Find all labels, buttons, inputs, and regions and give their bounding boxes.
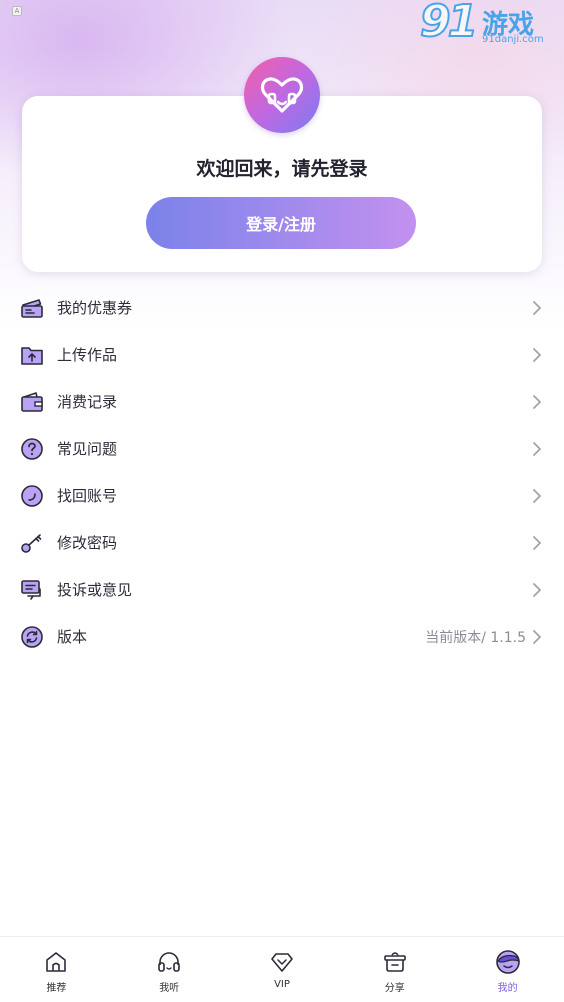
tab-label: 我听	[159, 983, 180, 994]
chevron-right-icon	[533, 629, 541, 644]
chevron-right-icon	[533, 441, 541, 456]
menu-item-label: 修改密码	[57, 534, 118, 552]
home-icon	[43, 949, 69, 975]
chevron-right-icon	[533, 394, 541, 409]
chevron-right-icon	[533, 300, 541, 315]
menu-item-feedback[interactable]: 投诉或意见	[0, 566, 564, 613]
menu-item-label: 版本	[57, 628, 88, 646]
app-logo	[244, 57, 320, 133]
menu-item-label: 消费记录	[57, 393, 118, 411]
headphones-icon	[156, 949, 182, 975]
share-pot-icon	[382, 949, 408, 975]
bottom-tab-bar: 推荐 我听 VIP 分享 我的	[0, 936, 564, 1002]
menu-item-coupons[interactable]: 我的优惠券	[0, 284, 564, 331]
heart-headphones-icon	[260, 77, 304, 113]
tab-label: 我的	[497, 983, 518, 994]
refresh-icon	[20, 625, 44, 649]
tab-mine[interactable]: 我的	[451, 937, 564, 1002]
login-register-button[interactable]: 登录/注册	[146, 197, 416, 249]
key-icon	[20, 531, 44, 555]
tab-label: 推荐	[46, 983, 67, 994]
tab-share[interactable]: 分享	[338, 937, 451, 1002]
tab-vip[interactable]: VIP	[226, 937, 339, 1002]
menu-item-faq[interactable]: 常见问题	[0, 425, 564, 472]
chevron-right-icon	[533, 582, 541, 597]
chevron-right-icon	[533, 535, 541, 550]
question-icon	[20, 437, 44, 461]
tab-listen[interactable]: 我听	[113, 937, 226, 1002]
menu-item-upload[interactable]: 上传作品	[0, 331, 564, 378]
upload-folder-icon	[20, 343, 44, 367]
profile-icon	[495, 949, 521, 975]
watermark-url: 91danji.com	[482, 34, 544, 45]
feedback-icon	[20, 578, 44, 602]
wallet-icon	[20, 390, 44, 414]
version-value: 当前版本/ 1.1.5	[425, 629, 526, 646]
tab-recommend[interactable]: 推荐	[0, 937, 113, 1002]
watermark-logo: 91 游戏 91danji.com	[419, 0, 556, 52]
tab-label: VIP	[274, 979, 290, 990]
diamond-icon	[269, 949, 295, 975]
menu-item-purchase-history[interactable]: 消费记录	[0, 378, 564, 425]
menu-item-label: 投诉或意见	[57, 581, 133, 599]
menu-item-change-password[interactable]: 修改密码	[0, 519, 564, 566]
menu-item-label: 上传作品	[57, 346, 118, 364]
tab-label: 分享	[384, 983, 405, 994]
menu-item-label: 常见问题	[57, 440, 118, 458]
menu-item-version[interactable]: 版本 当前版本/ 1.1.5	[0, 613, 564, 660]
coupon-icon	[20, 296, 44, 320]
settings-menu: 我的优惠券 上传作品 消费记录 常见问题 找回账号 修改密码 投诉或意见 版本 …	[0, 284, 564, 660]
chevron-right-icon	[533, 347, 541, 362]
watermark-number: 91	[419, 0, 479, 48]
menu-item-recover-account[interactable]: 找回账号	[0, 472, 564, 519]
menu-item-label: 找回账号	[57, 487, 118, 505]
account-recover-icon	[20, 484, 44, 508]
chevron-right-icon	[533, 488, 541, 503]
menu-item-label: 我的优惠券	[57, 299, 133, 317]
status-indicator-icon: A	[12, 6, 22, 16]
welcome-text: 欢迎回来，请先登录	[196, 158, 368, 180]
